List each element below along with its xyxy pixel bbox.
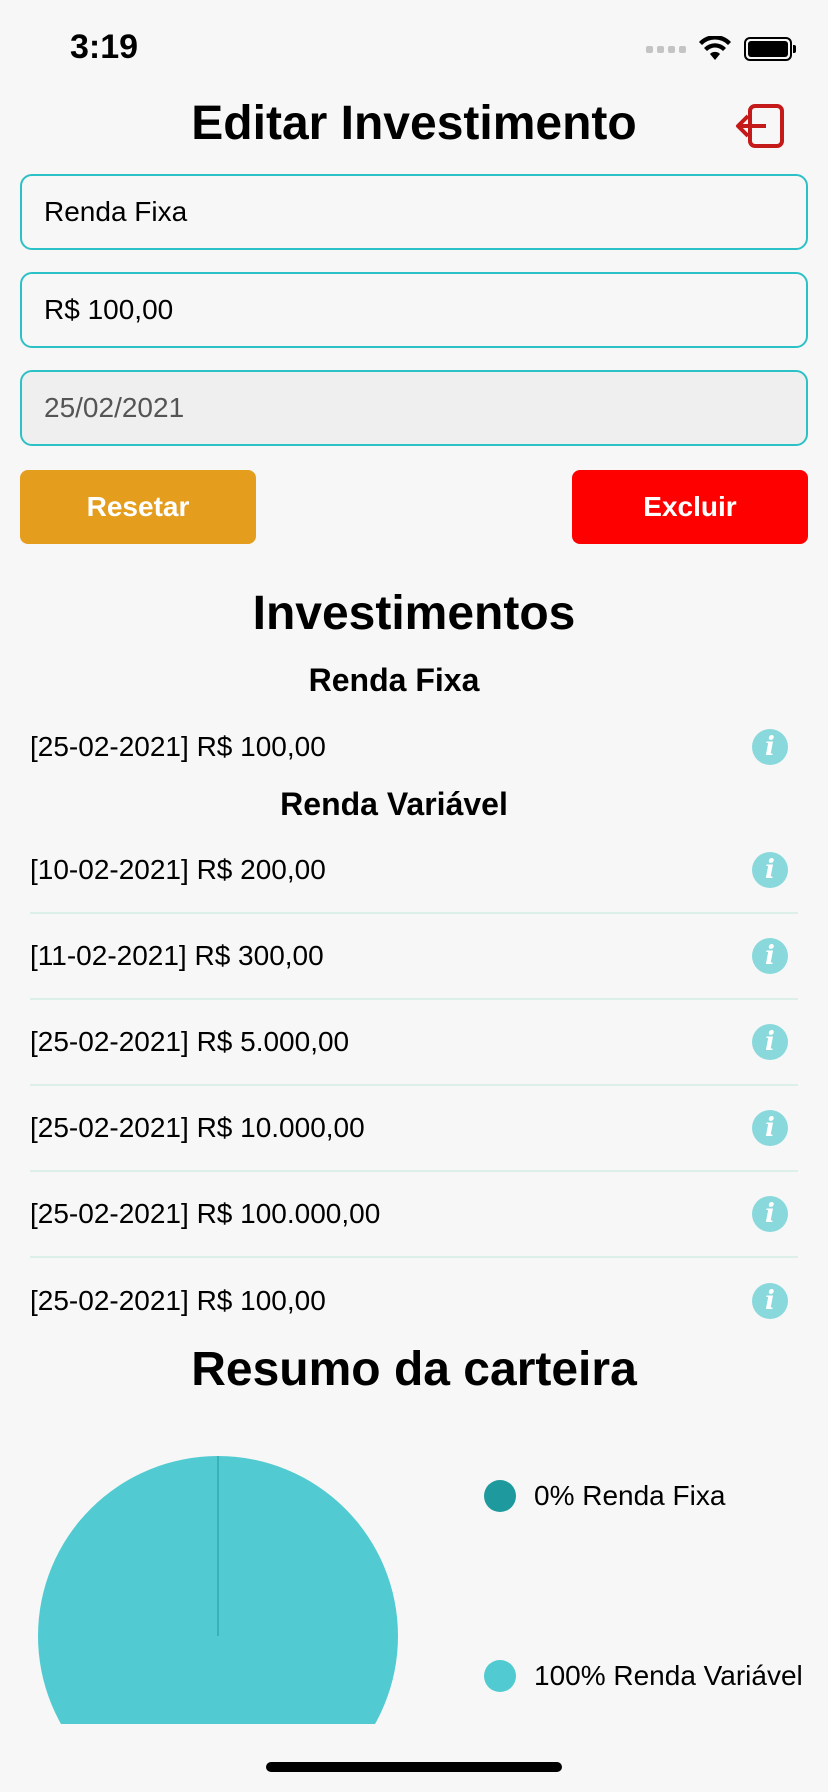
info-icon[interactable]: i [752, 852, 788, 888]
list-item[interactable]: [11-02-2021] R$ 300,00 i [30, 914, 798, 1000]
info-icon[interactable]: i [752, 938, 788, 974]
home-indicator [266, 1762, 562, 1772]
logout-icon[interactable] [734, 102, 788, 150]
legend-label: 100% Renda Variável [534, 1660, 803, 1691]
info-icon[interactable]: i [752, 1110, 788, 1146]
list-item-label: [25-02-2021] R$ 5.000,00 [30, 1026, 350, 1057]
list-item[interactable]: [25-02-2021] R$ 100,00 i [30, 704, 798, 790]
screen: 3:19 Editar Investimento Renda Fixa R$ 1… [0, 0, 828, 1792]
list-item[interactable]: [10-02-2021] R$ 200,00 i [30, 828, 798, 914]
list-item-label: [25-02-2021] R$ 10.000,00 [30, 1112, 365, 1143]
list-item[interactable]: [25-02-2021] R$ 5.000,00 i [30, 1000, 798, 1086]
signal-icon [646, 45, 686, 53]
status-icons [646, 36, 796, 62]
list-item-label: [10-02-2021] R$ 200,00 [30, 854, 326, 885]
legend-item-renda-fixa: 0% Renda Fixa [484, 1480, 725, 1512]
list-item-label: [25-02-2021] R$ 100,00 [30, 731, 326, 762]
amount-field[interactable]: R$ 100,00 [20, 272, 808, 348]
status-time: 3:19 [70, 28, 139, 66]
portfolio-pie-chart [30, 1440, 410, 1724]
legend-label: 0% Renda Fixa [534, 1480, 726, 1511]
investment-type-field[interactable]: Renda Fixa [20, 174, 808, 250]
list-item-label: [25-02-2021] R$ 100,00 [30, 1285, 326, 1316]
group-title-renda-variavel: Renda Variável [280, 786, 508, 822]
list-item[interactable]: [25-02-2021] R$ 100.000,00 i [30, 1172, 798, 1258]
battery-icon [744, 37, 796, 61]
reset-button[interactable]: Resetar [20, 470, 256, 544]
legend-dot-renda-fixa [484, 1480, 516, 1512]
investments-title: Investimentos [252, 587, 576, 640]
list-item[interactable]: [25-02-2021] R$ 10.000,00 i [30, 1086, 798, 1172]
group-title-renda-fixa: Renda Fixa [308, 662, 480, 698]
info-icon[interactable]: i [752, 1196, 788, 1232]
legend-dot-renda-variavel [484, 1660, 516, 1692]
summary-title: Resumo da carteira [191, 1343, 637, 1396]
list-item-label: [11-02-2021] R$ 300,00 [30, 940, 324, 971]
list-item[interactable]: [25-02-2021] R$ 100,00 i [30, 1258, 798, 1344]
list-item-label: [25-02-2021] R$ 100.000,00 [30, 1198, 381, 1229]
info-icon[interactable]: i [752, 1283, 788, 1319]
wifi-icon [699, 36, 731, 60]
info-icon[interactable]: i [752, 1024, 788, 1060]
date-field[interactable]: 25/02/2021 [20, 370, 808, 446]
page-title: Editar Investimento [191, 97, 637, 150]
legend-item-renda-variavel: 100% Renda Variável [484, 1660, 803, 1692]
info-icon[interactable]: i [752, 729, 788, 765]
delete-button[interactable]: Excluir [572, 470, 808, 544]
